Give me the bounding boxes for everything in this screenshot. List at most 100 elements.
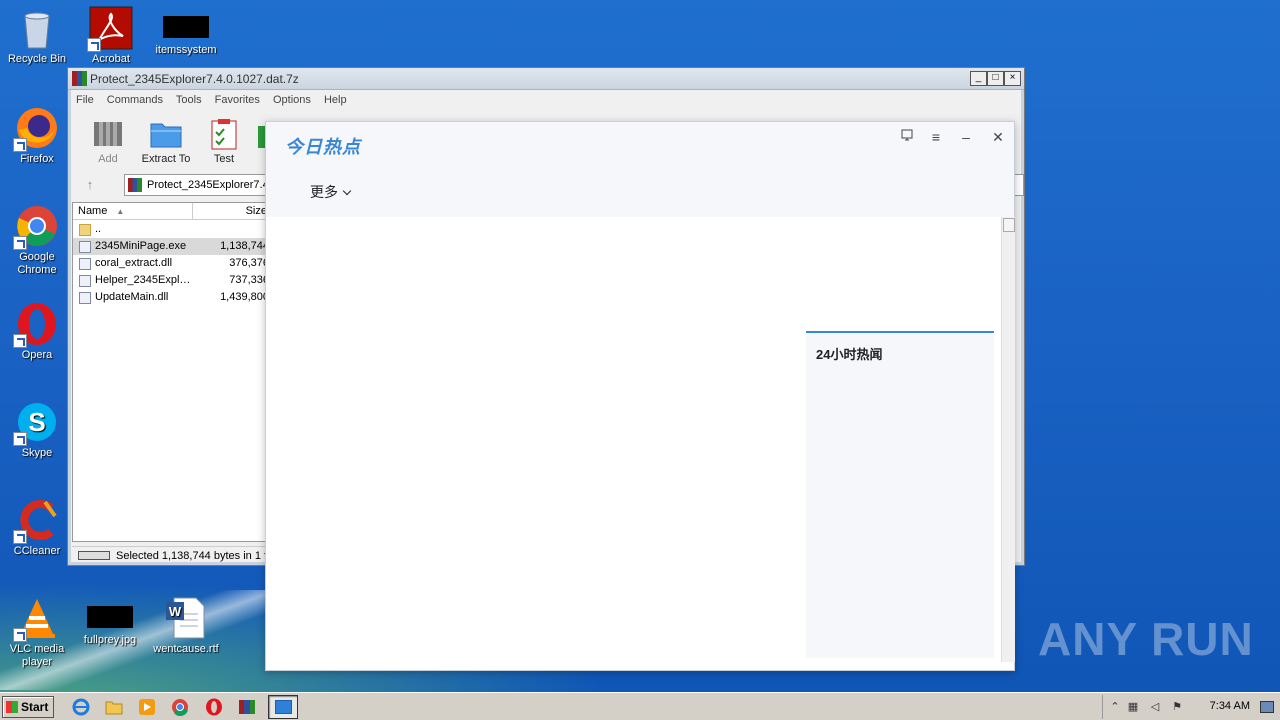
file-size: 737,336: [229, 274, 269, 286]
menu-help[interactable]: Help: [324, 94, 347, 106]
explorer-folder-icon[interactable]: [105, 698, 123, 716]
table-row[interactable]: 2345MiniPage.exe 1,138,744: [73, 238, 269, 255]
ie-icon[interactable]: [72, 698, 90, 716]
shortcut-arrow-icon: [13, 432, 27, 446]
file-size: 1,439,800: [220, 291, 269, 303]
show-hidden-icons-chevron[interactable]: ⌃: [1109, 701, 1121, 713]
minimize-icon[interactable]: –: [957, 128, 975, 146]
network-icon[interactable]: ▦: [1127, 701, 1139, 713]
extract-to-label: Extract To: [141, 153, 191, 165]
desktop-icon-label: CCleaner: [13, 545, 61, 557]
menu-commands[interactable]: Commands: [107, 94, 163, 106]
opera-taskbar-icon[interactable]: [205, 698, 223, 716]
taskbar: Start ⌃ ▦ ◁ ⚑ 7:34 AM: [0, 692, 1280, 720]
winrar-title: Protect_2345Explorer7.4.0.1027.dat.7z: [90, 72, 299, 86]
news-app-icon: [275, 700, 292, 714]
folder-up-icon: [79, 224, 91, 236]
close-button[interactable]: ×: [1004, 71, 1021, 86]
pin-icon[interactable]: [898, 128, 916, 146]
sort-up-icon: ▲: [116, 207, 125, 216]
shortcut-arrow-icon: [87, 38, 101, 52]
start-button[interactable]: Start: [2, 696, 54, 718]
scroll-up-arrow[interactable]: [1003, 218, 1015, 232]
more-label: 更多: [310, 184, 338, 200]
file-name: UpdateMain.dll: [95, 291, 169, 303]
popup-brand-title: 今日热点: [285, 137, 361, 157]
svg-text:S: S: [28, 407, 45, 437]
desktop-icon-acrobat[interactable]: Acrobat: [74, 6, 148, 66]
popup-header: 今日热点 ≡ – ✕ 更多: [266, 122, 1014, 217]
desktop-icon-firefox[interactable]: Firefox: [0, 106, 74, 166]
skype-icon: S: [13, 400, 59, 446]
exe-file-icon: [79, 275, 91, 287]
column-size-label: Size: [245, 205, 267, 217]
table-row[interactable]: Helper_2345Expl… 737,336: [73, 272, 269, 289]
hot-news-panel: 24小时热闻: [806, 331, 994, 658]
taskbar-clock[interactable]: 7:34 AM: [1210, 700, 1250, 712]
winrar-titlebar[interactable]: Protect_2345Explorer7.4.0.1027.dat.7z _ …: [68, 68, 1024, 90]
word-document-icon: W: [164, 596, 208, 640]
chrome-icon: [13, 204, 59, 250]
file-thumbnail: [163, 16, 209, 38]
more-dropdown[interactable]: 更多: [310, 182, 352, 202]
close-icon[interactable]: ✕: [989, 128, 1007, 146]
column-size[interactable]: Size: [193, 203, 273, 220]
popup-scrollbar[interactable]: [1001, 217, 1015, 662]
desktop-icon-ccleaner[interactable]: CCleaner: [0, 498, 74, 558]
desktop-icon-label: VLC media player: [9, 643, 65, 668]
menu-tools[interactable]: Tools: [176, 94, 202, 106]
shortcut-arrow-icon: [13, 334, 27, 348]
desktop-icon-skype[interactable]: S Skype: [0, 400, 74, 460]
chrome-taskbar-icon[interactable]: [171, 698, 189, 717]
action-center-flag-icon[interactable]: ⚑: [1171, 701, 1183, 713]
menu-favorites[interactable]: Favorites: [215, 94, 260, 106]
desktop-icon-itemssystem[interactable]: itemssystem: [149, 6, 223, 57]
news-popup-taskbar-button[interactable]: [268, 695, 298, 719]
table-row[interactable]: UpdateMain.dll 1,439,800: [73, 289, 269, 306]
desktop-icon-vlc[interactable]: VLC media player: [0, 596, 74, 669]
dll-file-icon: [79, 292, 91, 304]
desktop-icon-chrome[interactable]: Google Chrome: [0, 204, 74, 277]
shortcut-arrow-icon: [13, 628, 27, 642]
anyrun-watermark: ANY RUN: [1038, 613, 1254, 665]
hot-news-title: 24小时热闻: [816, 347, 883, 362]
shortcut-arrow-icon: [13, 138, 27, 152]
desktop-icon-label: Google Chrome: [17, 251, 57, 276]
desktop-icon-label: Acrobat: [92, 53, 130, 65]
file-name: Helper_2345Expl…: [95, 274, 191, 286]
test-button[interactable]: Test: [196, 118, 252, 165]
table-row[interactable]: ..: [73, 221, 269, 238]
file-thumbnail: [87, 606, 133, 628]
column-name[interactable]: Name ▲: [73, 203, 193, 220]
menu-icon[interactable]: ≡: [927, 128, 945, 146]
up-arrow-icon[interactable]: ↑: [82, 177, 98, 193]
desktop-icon-recycle-bin[interactable]: Recycle Bin: [0, 6, 74, 66]
minimize-button[interactable]: _: [970, 71, 987, 86]
volume-icon[interactable]: ◁: [1149, 701, 1161, 713]
folder-icon: [149, 118, 183, 150]
system-tray: ⌃ ▦ ◁ ⚑ 7:34 AM: [1102, 695, 1280, 719]
winrar-taskbar-icon[interactable]: [238, 698, 256, 716]
menu-file[interactable]: File: [76, 94, 94, 106]
desktop-icon-fullprey[interactable]: fullprey.jpg: [73, 596, 147, 647]
table-row[interactable]: coral_extract.dll 376,376: [73, 255, 269, 272]
start-label: Start: [21, 700, 49, 714]
desktop-icon-wentcause[interactable]: W wentcause.rtf: [149, 596, 223, 656]
shortcut-arrow-icon: [13, 236, 27, 250]
extract-to-button[interactable]: Extract To: [138, 118, 194, 165]
maximize-button[interactable]: □: [987, 71, 1004, 86]
ccleaner-icon: [13, 498, 59, 544]
exe-file-icon: [79, 241, 91, 253]
archive-icon: [128, 178, 142, 192]
menu-options[interactable]: Options: [273, 94, 311, 106]
windows-logo-icon: [6, 701, 18, 713]
show-desktop-icon[interactable]: [1260, 701, 1274, 713]
desktop-icon-label: Recycle Bin: [7, 53, 67, 65]
recycle-bin-icon: [15, 6, 59, 50]
path-text: Protect_2345Explorer7.4: [147, 179, 269, 191]
test-clipboard-icon: [207, 118, 241, 150]
add-button[interactable]: Add: [80, 118, 136, 165]
desktop-icon-opera[interactable]: Opera: [0, 302, 74, 362]
media-player-icon[interactable]: [138, 698, 156, 716]
file-name: 2345MiniPage.exe: [95, 240, 187, 252]
